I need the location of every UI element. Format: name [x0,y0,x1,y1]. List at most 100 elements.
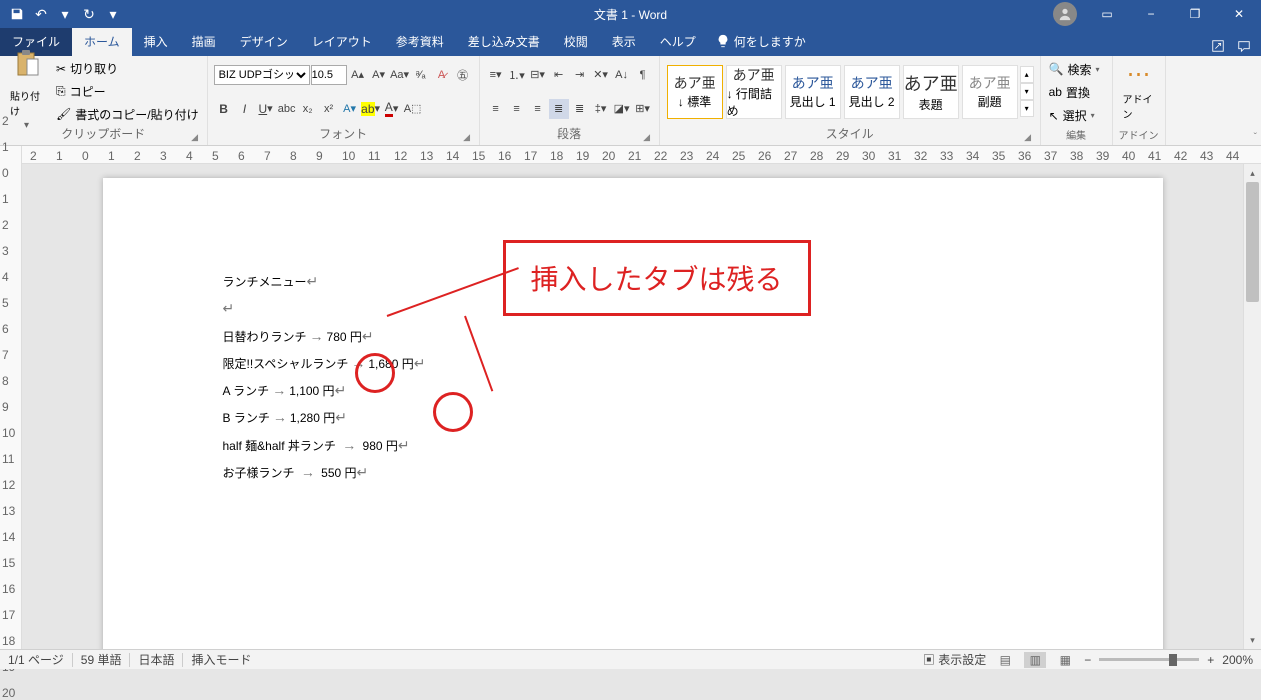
styles-launcher-icon[interactable]: ◢ [1022,132,1034,144]
paragraph-launcher-icon[interactable]: ◢ [641,132,653,144]
grow-font-icon[interactable]: A▴ [348,65,368,85]
highlight-icon[interactable]: ab▾ [361,99,381,119]
strikethrough-icon[interactable]: abc [277,99,297,119]
copy-button[interactable]: ⎘コピー [54,82,201,101]
character-border-icon[interactable]: A⬚ [403,99,423,119]
tab-view[interactable]: 表示 [600,28,648,56]
copy-icon: ⎘ [56,84,66,99]
decrease-indent-icon[interactable]: ⇤ [549,65,569,85]
shrink-font-icon[interactable]: A▾ [369,65,389,85]
vertical-scrollbar[interactable]: ▴ ▾ [1243,164,1261,649]
zoom-slider[interactable] [1099,658,1199,661]
style-title[interactable]: あア亜表題 [903,65,959,119]
cut-button[interactable]: ✂切り取り [54,59,201,78]
numbering-icon[interactable]: ⒈▾ [507,65,527,85]
style-heading1[interactable]: あア亜見出し 1 [785,65,841,119]
maximize-icon[interactable]: ❐ [1173,0,1217,28]
phonetic-guide-icon[interactable]: ᵃ⁄ₐ [411,65,431,85]
change-case-icon[interactable]: Aa▾ [390,65,410,85]
paste-button[interactable]: 貼り付け ▾ [6,58,50,122]
scroll-thumb[interactable] [1246,182,1259,302]
tab-home[interactable]: ホーム [72,28,132,56]
page[interactable]: ランチメニュー↵ ↵ 日替わりランチ→780 円↵ 限定!!スペシャルランチ→1… [103,178,1163,649]
undo-dropdown-icon[interactable]: ▾ [54,3,76,25]
underline-icon[interactable]: U▾ [256,99,276,119]
align-center-icon[interactable]: ≡ [507,99,527,119]
show-marks-icon[interactable]: ¶ [633,65,653,85]
asian-layout-icon[interactable]: ✕▾ [591,65,611,85]
shading-icon[interactable]: ◪▾ [612,99,632,119]
view-read-icon[interactable]: ▤ [994,652,1016,668]
tell-me-input[interactable]: 何をしますか [708,28,818,56]
minimize-icon[interactable]: − [1129,0,1173,28]
share-icon[interactable] [1211,39,1225,56]
view-web-icon[interactable]: ▦ [1054,652,1076,668]
text-effects-icon[interactable]: A▾ [340,99,360,119]
scroll-up-icon[interactable]: ▴ [1244,164,1261,182]
replace-button[interactable]: ab置換 [1047,83,1106,102]
enclose-char-icon[interactable]: ㊄ [453,65,473,85]
clipboard-launcher-icon[interactable]: ◢ [189,132,201,144]
zoom-level[interactable]: 200% [1222,653,1253,667]
sort-icon[interactable]: A↓ [612,65,632,85]
zoom-in-icon[interactable]: + [1207,653,1214,667]
font-color-icon[interactable]: A▾ [382,99,402,119]
style-normal[interactable]: あア亜↓ 標準 [667,65,723,119]
addins-button[interactable]: ⋯ アドイン [1119,58,1159,122]
comments-icon[interactable] [1237,39,1251,56]
borders-icon[interactable]: ⊞▾ [633,99,653,119]
justify-icon[interactable]: ≣ [549,99,569,119]
collapse-ribbon-icon[interactable]: ˇ [1254,132,1257,143]
line-spacing-icon[interactable]: ‡▾ [591,99,611,119]
font-name-select[interactable]: BIZ UDPゴシック [214,65,310,85]
font-size-input[interactable] [311,65,347,85]
align-left-icon[interactable]: ≡ [486,99,506,119]
zoom-out-icon[interactable]: − [1084,653,1091,667]
status-insert-mode[interactable]: 挿入モード [191,651,251,668]
tab-insert[interactable]: 挿入 [132,28,180,56]
user-avatar-icon[interactable] [1053,2,1077,26]
tab-draw[interactable]: 描画 [180,28,228,56]
italic-icon[interactable]: I [235,99,255,119]
subscript-icon[interactable]: x₂ [298,99,318,119]
align-right-icon[interactable]: ≡ [528,99,548,119]
multilevel-icon[interactable]: ⊟▾ [528,65,548,85]
font-launcher-icon[interactable]: ◢ [461,132,473,144]
qat-customize-icon[interactable]: ▾ [102,3,124,25]
format-painter-button[interactable]: 🖌書式のコピー/貼り付け [54,105,201,124]
bullets-icon[interactable]: ≡▾ [486,65,506,85]
tab-layout[interactable]: レイアウト [300,28,384,56]
style-subtitle[interactable]: あア亜副題 [962,65,1018,119]
superscript-icon[interactable]: x² [319,99,339,119]
tab-help[interactable]: ヘルプ [648,28,708,56]
style-expand-icon[interactable]: ▾ [1020,100,1034,117]
tab-design[interactable]: デザイン [228,28,300,56]
style-heading2[interactable]: あア亜見出し 2 [844,65,900,119]
select-button[interactable]: ↖選択▾ [1047,106,1106,125]
style-scroll-up-icon[interactable]: ▴ [1020,66,1034,83]
tab-review[interactable]: 校閲 [552,28,600,56]
undo-icon[interactable]: ↶ [30,3,52,25]
close-icon[interactable]: ✕ [1217,0,1261,28]
style-scroll-down-icon[interactable]: ▾ [1020,83,1034,100]
status-language[interactable]: 日本語 [138,651,174,668]
tab-mailings[interactable]: 差し込み文書 [456,28,552,56]
find-button[interactable]: 🔍検索▾ [1047,60,1106,79]
style-no-spacing[interactable]: あア亜↓ 行間詰め [726,65,782,119]
save-icon[interactable] [6,3,28,25]
clear-format-icon[interactable]: A̷ [432,65,452,85]
bold-icon[interactable]: B [214,99,234,119]
scroll-down-icon[interactable]: ▾ [1244,631,1261,649]
redo-icon[interactable]: ↻ [78,3,100,25]
increase-indent-icon[interactable]: ⇥ [570,65,590,85]
distributed-icon[interactable]: ≣ [570,99,590,119]
horizontal-ruler[interactable]: 5432101234567891011121314151617181920212… [22,146,1261,164]
display-settings-button[interactable]: ▣ 表示設定 [923,651,986,668]
page-scroll[interactable]: ランチメニュー↵ ↵ 日替わりランチ→780 円↵ 限定!!スペシャルランチ→1… [22,164,1243,649]
ribbon-display-options-icon[interactable]: ▭ [1085,0,1129,28]
status-words[interactable]: 59 単語 [81,651,122,668]
view-print-icon[interactable]: ▥ [1024,652,1046,668]
vertical-ruler[interactable]: 2101234567891011121314151617181920 [0,146,22,649]
tab-references[interactable]: 参考資料 [384,28,456,56]
status-page[interactable]: 1/1 ページ [8,651,64,668]
